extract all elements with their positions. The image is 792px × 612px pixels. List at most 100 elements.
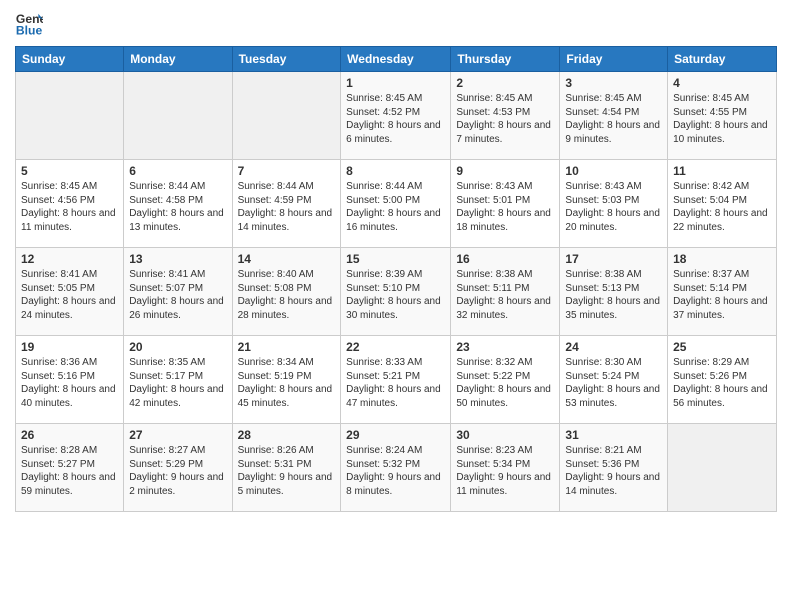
logo-icon: General Blue: [15, 10, 43, 38]
day-detail: Sunrise: 8:23 AM Sunset: 5:34 PM Dayligh…: [456, 444, 554, 498]
calendar-table: SundayMondayTuesdayWednesdayThursdayFrid…: [15, 46, 777, 512]
day-detail: Sunrise: 8:30 AM Sunset: 5:24 PM Dayligh…: [565, 356, 662, 410]
day-detail: Sunrise: 8:43 AM Sunset: 5:03 PM Dayligh…: [565, 180, 662, 234]
calendar-cell: 19 Sunrise: 8:36 AM Sunset: 5:16 PM Dayli…: [16, 336, 124, 424]
calendar-cell: 17Sunrise: 8:38 AM Sunset: 5:13 PM Dayli…: [560, 248, 668, 336]
calendar-cell: 24 Sunrise: 8:30 AM Sunset: 5:24 PM Dayli…: [560, 336, 668, 424]
day-detail: Sunrise: 8:45 AM Sunset: 4:55 PM Dayligh…: [673, 92, 771, 146]
weekday-header-friday: Friday: [560, 47, 668, 72]
day-detail: Sunrise: 8:28 AM Sunset: 5:27 PM Dayligh…: [21, 444, 118, 498]
day-detail: Sunrise: 8:35 AM Sunset: 5:17 PM Dayligh…: [129, 356, 226, 410]
day-detail: Sunrise: 8:38 AM Sunset: 5:11 PM Dayligh…: [456, 268, 554, 322]
calendar-cell: 20 Sunrise: 8:35 AM Sunset: 5:17 PM Dayli…: [124, 336, 232, 424]
day-number: 25: [673, 340, 771, 354]
day-detail: Sunrise: 8:44 AM Sunset: 4:58 PM Dayligh…: [129, 180, 226, 234]
calendar-cell: 2 Sunrise: 8:45 AM Sunset: 4:53 PM Daylig…: [451, 72, 560, 160]
day-number: 7: [238, 164, 336, 178]
day-detail: Sunrise: 8:45 AM Sunset: 4:56 PM Dayligh…: [21, 180, 118, 234]
day-detail: Sunrise: 8:21 AM Sunset: 5:36 PM Dayligh…: [565, 444, 662, 498]
day-detail: Sunrise: 8:39 AM Sunset: 5:10 PM Dayligh…: [346, 268, 445, 322]
logo: General Blue: [15, 10, 43, 38]
calendar-cell: 21Sunrise: 8:34 AM Sunset: 5:19 PM Dayli…: [232, 336, 341, 424]
calendar-cell: 9 Sunrise: 8:43 AM Sunset: 5:01 PM Daylig…: [451, 160, 560, 248]
day-detail: Sunrise: 8:34 AM Sunset: 5:19 PM Dayligh…: [238, 356, 336, 410]
day-number: 28: [238, 428, 336, 442]
day-number: 29: [346, 428, 445, 442]
day-number: 9: [456, 164, 554, 178]
day-detail: Sunrise: 8:36 AM Sunset: 5:16 PM Dayligh…: [21, 356, 118, 410]
day-number: 22: [346, 340, 445, 354]
calendar-cell: 8 Sunrise: 8:44 AM Sunset: 5:00 PM Daylig…: [341, 160, 451, 248]
calendar-cell: 18 Sunrise: 8:37 AM Sunset: 5:14 PM Dayli…: [668, 248, 777, 336]
day-number: 15: [346, 252, 445, 266]
calendar-cell: 27 Sunrise: 8:27 AM Sunset: 5:29 PM Dayli…: [124, 424, 232, 512]
calendar-cell: 7 Sunrise: 8:44 AM Sunset: 4:59 PM Daylig…: [232, 160, 341, 248]
day-number: 27: [129, 428, 226, 442]
day-number: 4: [673, 76, 771, 90]
day-number: 1: [346, 76, 445, 90]
day-detail: Sunrise: 8:45 AM Sunset: 4:54 PM Dayligh…: [565, 92, 662, 146]
calendar-cell: 25 Sunrise: 8:29 AM Sunset: 5:26 PM Dayli…: [668, 336, 777, 424]
day-detail: Sunrise: 8:29 AM Sunset: 5:26 PM Dayligh…: [673, 356, 771, 410]
calendar-cell: 29 Sunrise: 8:24 AM Sunset: 5:32 PM Dayli…: [341, 424, 451, 512]
day-detail: Sunrise: 8:24 AM Sunset: 5:32 PM Dayligh…: [346, 444, 445, 498]
day-detail: Sunrise: 8:26 AM Sunset: 5:31 PM Dayligh…: [238, 444, 336, 498]
calendar-cell: 11 Sunrise: 8:42 AM Sunset: 5:04 PM Dayli…: [668, 160, 777, 248]
day-number: 16: [456, 252, 554, 266]
day-detail: Sunrise: 8:40 AM Sunset: 5:08 PM Dayligh…: [238, 268, 336, 322]
svg-text:Blue: Blue: [16, 23, 43, 37]
calendar-cell: [668, 424, 777, 512]
weekday-header-sunday: Sunday: [16, 47, 124, 72]
calendar-cell: 3 Sunrise: 8:45 AM Sunset: 4:54 PM Daylig…: [560, 72, 668, 160]
day-number: 14: [238, 252, 336, 266]
calendar-cell: [124, 72, 232, 160]
calendar-cell: 4 Sunrise: 8:45 AM Sunset: 4:55 PM Daylig…: [668, 72, 777, 160]
day-number: 19: [21, 340, 118, 354]
calendar-cell: 13 Sunrise: 8:41 AM Sunset: 5:07 PM Dayli…: [124, 248, 232, 336]
day-detail: Sunrise: 8:44 AM Sunset: 5:00 PM Dayligh…: [346, 180, 445, 234]
day-number: 11: [673, 164, 771, 178]
calendar-cell: 5 Sunrise: 8:45 AM Sunset: 4:56 PM Daylig…: [16, 160, 124, 248]
day-detail: Sunrise: 8:43 AM Sunset: 5:01 PM Dayligh…: [456, 180, 554, 234]
day-detail: Sunrise: 8:41 AM Sunset: 5:07 PM Dayligh…: [129, 268, 226, 322]
day-detail: Sunrise: 8:45 AM Sunset: 4:53 PM Dayligh…: [456, 92, 554, 146]
day-detail: Sunrise: 8:38 AM Sunset: 5:13 PM Dayligh…: [565, 268, 662, 322]
day-number: 5: [21, 164, 118, 178]
page-header: General Blue: [15, 10, 777, 38]
calendar-cell: 14 Sunrise: 8:40 AM Sunset: 5:08 PM Dayli…: [232, 248, 341, 336]
calendar-cell: 1Sunrise: 8:45 AM Sunset: 4:52 PM Daylig…: [341, 72, 451, 160]
day-detail: Sunrise: 8:32 AM Sunset: 5:22 PM Dayligh…: [456, 356, 554, 410]
day-detail: Sunrise: 8:44 AM Sunset: 4:59 PM Dayligh…: [238, 180, 336, 234]
day-number: 8: [346, 164, 445, 178]
calendar-cell: 12 Sunrise: 8:41 AM Sunset: 5:05 PM Dayli…: [16, 248, 124, 336]
calendar-cell: 10 Sunrise: 8:43 AM Sunset: 5:03 PM Dayli…: [560, 160, 668, 248]
calendar-cell: 30 Sunrise: 8:23 AM Sunset: 5:34 PM Dayli…: [451, 424, 560, 512]
day-number: 13: [129, 252, 226, 266]
calendar-cell: 31 Sunrise: 8:21 AM Sunset: 5:36 PM Dayli…: [560, 424, 668, 512]
day-number: 2: [456, 76, 554, 90]
day-number: 31: [565, 428, 662, 442]
day-detail: Sunrise: 8:33 AM Sunset: 5:21 PM Dayligh…: [346, 356, 445, 410]
weekday-header-saturday: Saturday: [668, 47, 777, 72]
day-number: 30: [456, 428, 554, 442]
calendar-cell: [232, 72, 341, 160]
calendar-cell: 28 Sunrise: 8:26 AM Sunset: 5:31 PM Dayli…: [232, 424, 341, 512]
calendar-cell: 22 Sunrise: 8:33 AM Sunset: 5:21 PM Dayli…: [341, 336, 451, 424]
calendar-cell: 26 Sunrise: 8:28 AM Sunset: 5:27 PM Dayli…: [16, 424, 124, 512]
day-number: 24: [565, 340, 662, 354]
day-detail: Sunrise: 8:41 AM Sunset: 5:05 PM Dayligh…: [21, 268, 118, 322]
day-number: 12: [21, 252, 118, 266]
day-detail: Sunrise: 8:42 AM Sunset: 5:04 PM Dayligh…: [673, 180, 771, 234]
day-detail: Sunrise: 8:37 AM Sunset: 5:14 PM Dayligh…: [673, 268, 771, 322]
day-number: 3: [565, 76, 662, 90]
weekday-header-thursday: Thursday: [451, 47, 560, 72]
day-number: 20: [129, 340, 226, 354]
day-number: 10: [565, 164, 662, 178]
day-number: 26: [21, 428, 118, 442]
day-detail: Sunrise: 8:27 AM Sunset: 5:29 PM Dayligh…: [129, 444, 226, 498]
calendar-cell: 16 Sunrise: 8:38 AM Sunset: 5:11 PM Dayli…: [451, 248, 560, 336]
day-number: 18: [673, 252, 771, 266]
weekday-header-monday: Monday: [124, 47, 232, 72]
calendar-cell: [16, 72, 124, 160]
calendar-cell: 15 Sunrise: 8:39 AM Sunset: 5:10 PM Dayli…: [341, 248, 451, 336]
